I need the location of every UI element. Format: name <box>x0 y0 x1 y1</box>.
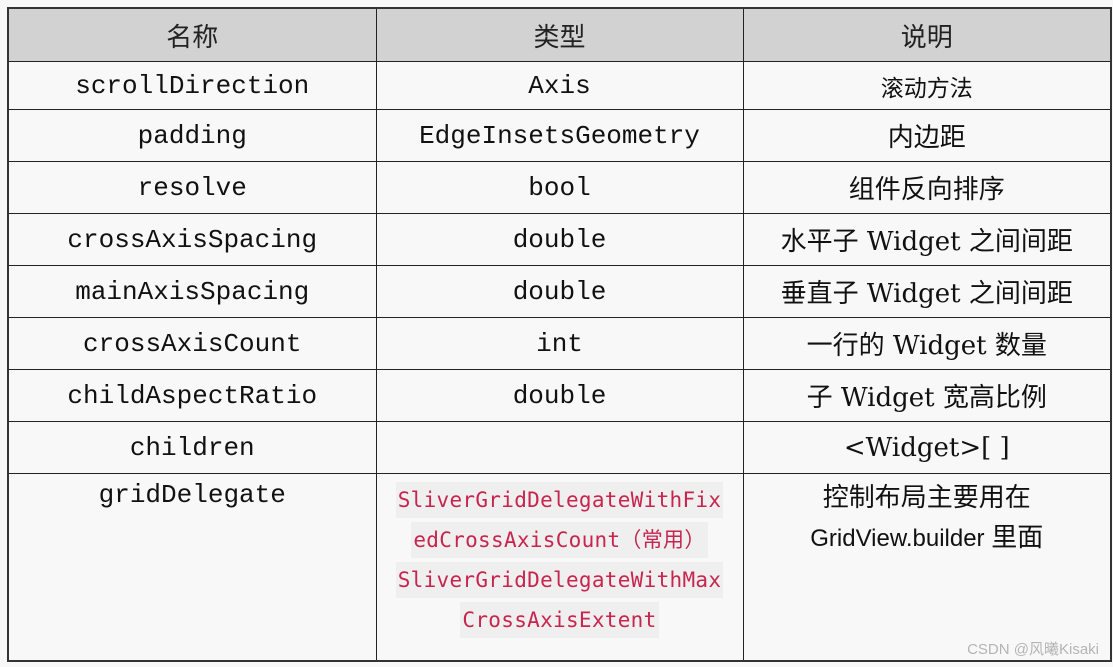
table-row: resolve bool 组件反向排序 <box>7 161 1112 214</box>
code-snippet-line: CrossAxisExtent <box>460 602 659 638</box>
cell-name: childAspectRatio <box>7 369 377 422</box>
cell-description: 内边距 <box>742 109 1112 162</box>
description-line-1: 控制布局主要用在 <box>822 483 1031 513</box>
header-row: 名称 类型 说明 <box>7 7 1112 62</box>
table-row: childAspectRatio double 子 Widget 宽高比例 <box>7 369 1112 422</box>
cell-description: 水平子 Widget 之间间距 <box>742 213 1112 266</box>
description-line-2: GridView.builder 里面 <box>744 518 1111 559</box>
cell-description: 控制布局主要用在 GridView.builder 里面 <box>742 473 1112 662</box>
cell-description: 组件反向排序 <box>742 161 1112 214</box>
cell-name: resolve <box>7 161 377 214</box>
cell-type: EdgeInsetsGeometry <box>375 109 744 162</box>
table-row-grid-delegate: gridDelegate SliverGridDelegateWithFix e… <box>7 473 1112 662</box>
cell-type: double <box>375 265 744 318</box>
table-row: scrollDirection Axis 滚动方法 <box>7 61 1112 110</box>
cell-name: children <box>7 421 377 474</box>
description-cjk: 里面 <box>991 523 1044 553</box>
cell-type: int <box>375 317 744 370</box>
table-row: crossAxisCount int 一行的 Widget 数量 <box>7 317 1112 370</box>
cell-type: bool <box>375 161 744 214</box>
table-row: mainAxisSpacing double 垂直子 Widget 之间间距 <box>7 265 1112 318</box>
code-snippet-line: edCrossAxisCount（常用） <box>411 522 708 558</box>
cell-description: 滚动方法 <box>742 61 1112 110</box>
table-row: padding EdgeInsetsGeometry 内边距 <box>7 109 1112 162</box>
cell-description: <Widget>[ ] <box>742 421 1112 474</box>
cell-description: 子 Widget 宽高比例 <box>742 369 1112 422</box>
table-row: children <Widget>[ ] <box>7 421 1112 474</box>
header-description: 说明 <box>742 7 1112 62</box>
header-type: 类型 <box>375 7 744 62</box>
cell-name: mainAxisSpacing <box>7 265 377 318</box>
cell-type-code: SliverGridDelegateWithFix edCrossAxisCou… <box>375 473 744 662</box>
cell-description: 垂直子 Widget 之间间距 <box>742 265 1112 318</box>
code-snippet-line: SliverGridDelegateWithFix <box>395 482 724 518</box>
parameters-table: 名称 类型 说明 scrollDirection Axis 滚动方法 paddi… <box>7 7 1112 662</box>
cell-type <box>375 421 744 474</box>
description-latin: GridView.builder <box>810 525 985 552</box>
cell-name: crossAxisSpacing <box>7 213 377 266</box>
cell-name: crossAxisCount <box>7 317 377 370</box>
cell-type: double <box>375 213 744 266</box>
table-row: crossAxisSpacing double 水平子 Widget 之间间距 <box>7 213 1112 266</box>
code-snippet-line: SliverGridDelegateWithMax <box>395 562 724 598</box>
cell-name: scrollDirection <box>7 61 377 110</box>
cell-name: padding <box>7 109 377 162</box>
cell-type: Axis <box>375 61 744 110</box>
watermark: CSDN @风曦Kisaki <box>967 641 1099 658</box>
cell-name: gridDelegate <box>7 473 377 662</box>
cell-description: 一行的 Widget 数量 <box>742 317 1112 370</box>
cell-type: double <box>375 369 744 422</box>
header-name: 名称 <box>7 7 377 62</box>
